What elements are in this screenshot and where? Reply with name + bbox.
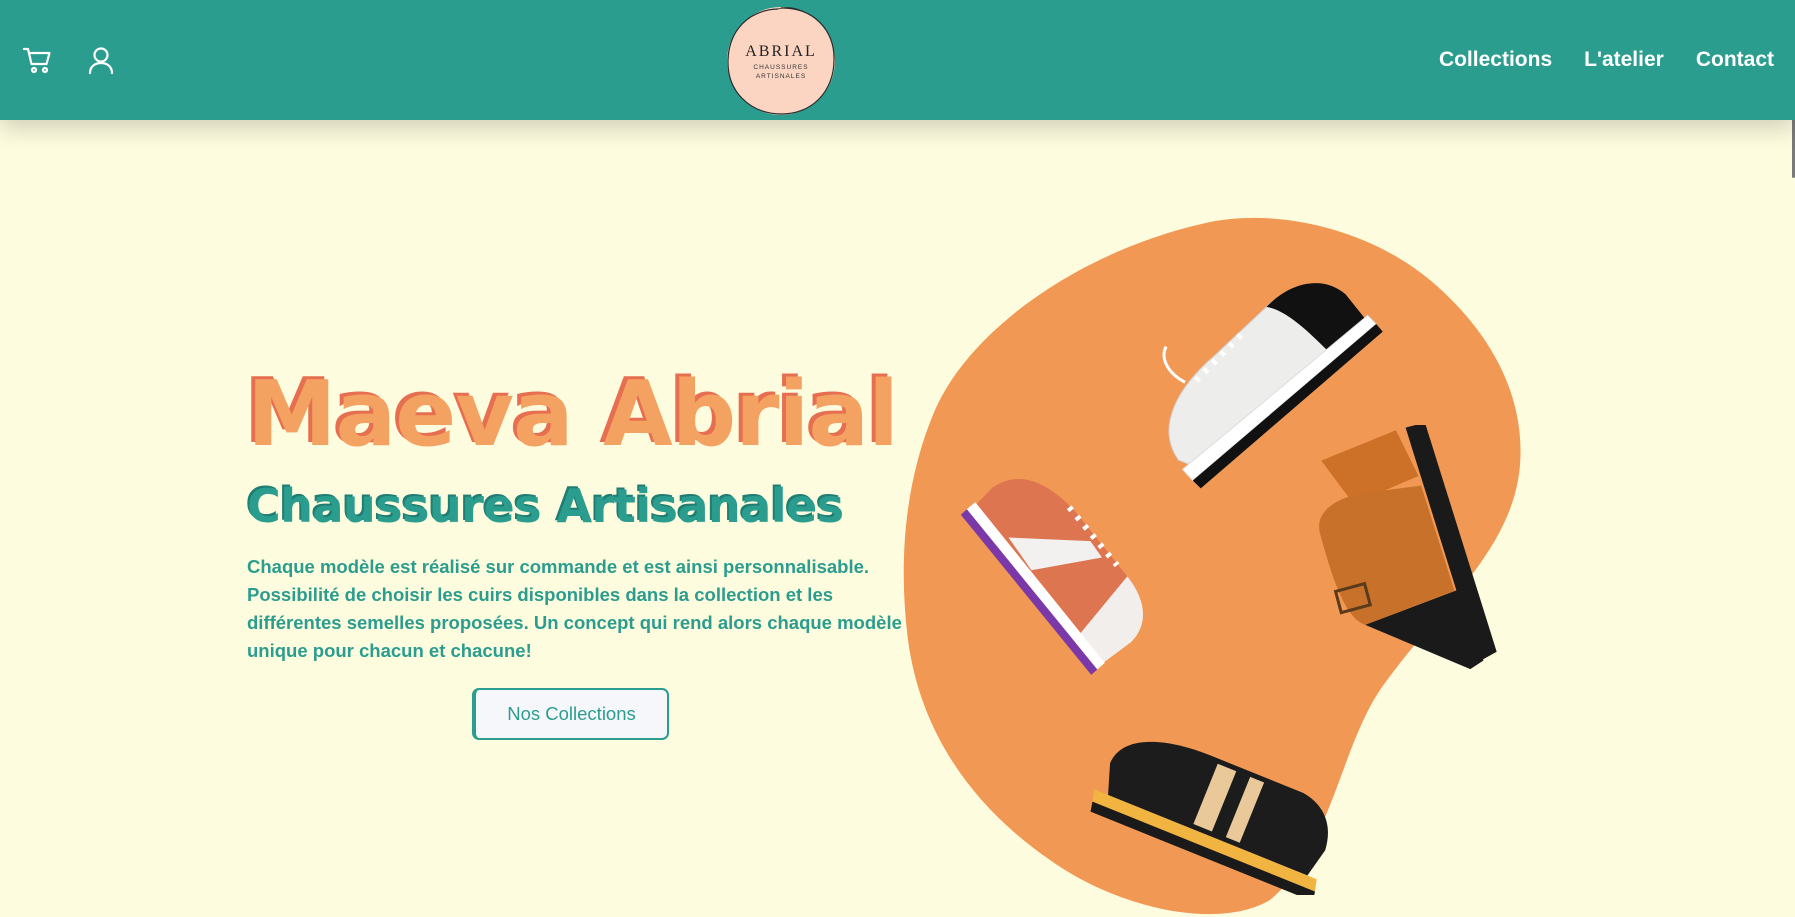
site-header: ABRIAL CHAUSSURES ARTISNALES Collections… [0, 0, 1795, 120]
orange-sneaker-image [960, 479, 1143, 675]
user-icon[interactable] [85, 44, 117, 76]
cart-icon[interactable] [22, 44, 54, 76]
black-sandal-image [1090, 741, 1328, 895]
main-nav: Collections L'atelier Contact [1439, 44, 1774, 76]
nav-link-atelier[interactable]: L'atelier [1584, 44, 1664, 76]
collections-button[interactable]: Nos Collections [472, 688, 669, 740]
nav-link-contact[interactable]: Contact [1696, 44, 1774, 76]
hero-description: Chaque modèle est réalisé sur commande e… [247, 556, 902, 661]
nav-link-collections[interactable]: Collections [1439, 44, 1552, 76]
hero-subtitle: Chaussures Artisanales [247, 479, 844, 533]
hero-title: Maeva Abrial [247, 362, 899, 467]
tan-sandal-image [1319, 425, 1497, 670]
page: ABRIAL CHAUSSURES ARTISNALES Collections… [0, 0, 1795, 917]
logo-ring [727, 7, 835, 115]
brand-logo[interactable]: ABRIAL CHAUSSURES ARTISNALES [727, 7, 835, 115]
